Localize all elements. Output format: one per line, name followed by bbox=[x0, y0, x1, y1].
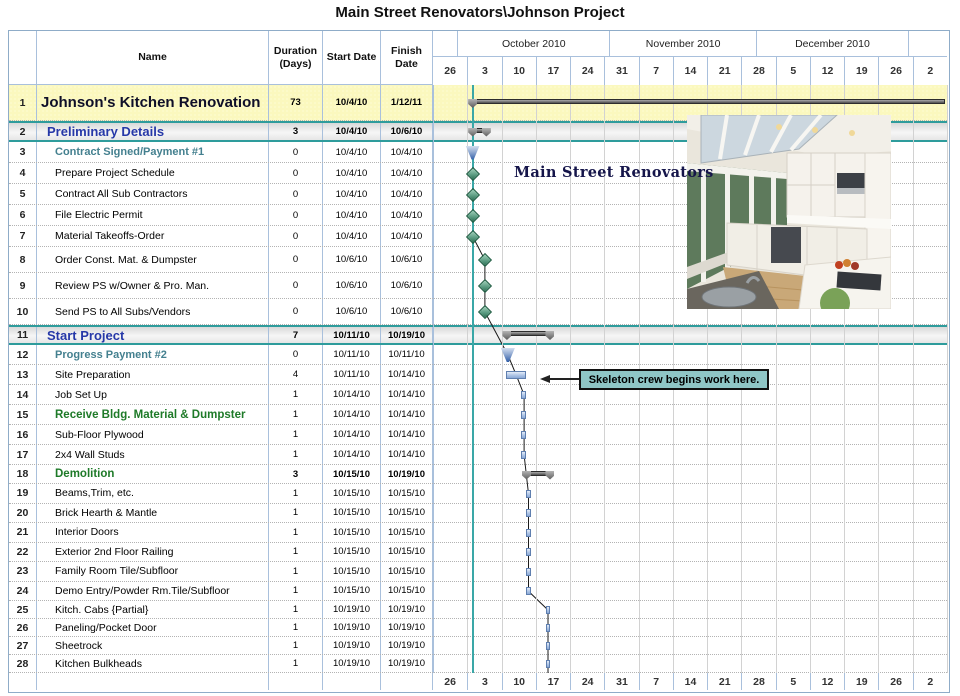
summary-bar-end-cap bbox=[545, 331, 554, 340]
annotation-arrow-line bbox=[549, 378, 579, 380]
gantt-chart-area: 26310172431714212851219262 bbox=[9, 31, 947, 690]
axis-tick-label: 26 bbox=[433, 673, 467, 690]
page-title: Main Street Renovators\Johnson Project bbox=[0, 4, 960, 21]
axis-tick-label: 2 bbox=[913, 673, 947, 690]
task-bar[interactable] bbox=[521, 431, 526, 439]
task-bar[interactable] bbox=[521, 451, 526, 459]
task-bar[interactable] bbox=[526, 529, 531, 537]
task-bar[interactable] bbox=[521, 411, 526, 419]
task-bar[interactable] bbox=[526, 587, 531, 595]
schedule-table: NameDuration (Days)Start DateFinish Date… bbox=[8, 30, 950, 693]
axis-tick-label: 10 bbox=[502, 673, 536, 690]
task-bar[interactable] bbox=[546, 606, 551, 614]
axis-tick-label: 26 bbox=[878, 673, 912, 690]
annotation-callout[interactable]: Skeleton crew begins work here. bbox=[579, 369, 769, 390]
axis-tick-label: 5 bbox=[776, 673, 810, 690]
task-bar[interactable] bbox=[526, 490, 531, 498]
task-bar[interactable] bbox=[546, 660, 551, 668]
task-bar[interactable] bbox=[526, 548, 531, 556]
summary-bar-end-cap bbox=[482, 128, 491, 137]
axis-tick-label: 28 bbox=[741, 673, 775, 690]
axis-tick-label: 21 bbox=[707, 673, 741, 690]
milestone-diamond[interactable] bbox=[478, 305, 492, 319]
grid-line bbox=[502, 85, 503, 673]
axis-tick-label: 19 bbox=[844, 673, 878, 690]
task-bar[interactable] bbox=[506, 371, 526, 379]
summary-bar[interactable] bbox=[506, 331, 550, 336]
milestone-diamond[interactable] bbox=[478, 279, 492, 293]
summary-bar-end-cap bbox=[545, 471, 554, 480]
kitchen-photo[interactable] bbox=[687, 115, 891, 309]
annotation-arrow-head bbox=[540, 375, 550, 383]
axis-tick-label: 3 bbox=[467, 673, 501, 690]
task-bar[interactable] bbox=[546, 642, 551, 650]
axis-tick-label: 31 bbox=[604, 673, 638, 690]
axis-tick-label: 7 bbox=[639, 673, 673, 690]
milestone-funnel[interactable] bbox=[501, 348, 515, 362]
axis-tick-label: 24 bbox=[570, 673, 604, 690]
milestone-diamond[interactable] bbox=[478, 253, 492, 267]
chart-watermark-label[interactable]: Main Street Renovators bbox=[514, 164, 714, 181]
axis-tick-label: 12 bbox=[810, 673, 844, 690]
axis-tick-label: 14 bbox=[673, 673, 707, 690]
summary-bar-start-cap bbox=[468, 128, 477, 137]
task-bar[interactable] bbox=[526, 509, 531, 517]
task-bar[interactable] bbox=[546, 624, 551, 632]
grid-line bbox=[913, 85, 914, 673]
task-bar[interactable] bbox=[521, 391, 526, 399]
task-bar[interactable] bbox=[526, 568, 531, 576]
grid-line bbox=[433, 85, 434, 673]
axis-tick-label: 17 bbox=[536, 673, 570, 690]
summary-bar-start-cap bbox=[502, 331, 511, 340]
summary-bar-start-cap bbox=[468, 99, 477, 108]
summary-bar-start-cap bbox=[522, 471, 531, 480]
grid-line bbox=[947, 85, 948, 673]
summary-bar[interactable] bbox=[472, 99, 945, 104]
